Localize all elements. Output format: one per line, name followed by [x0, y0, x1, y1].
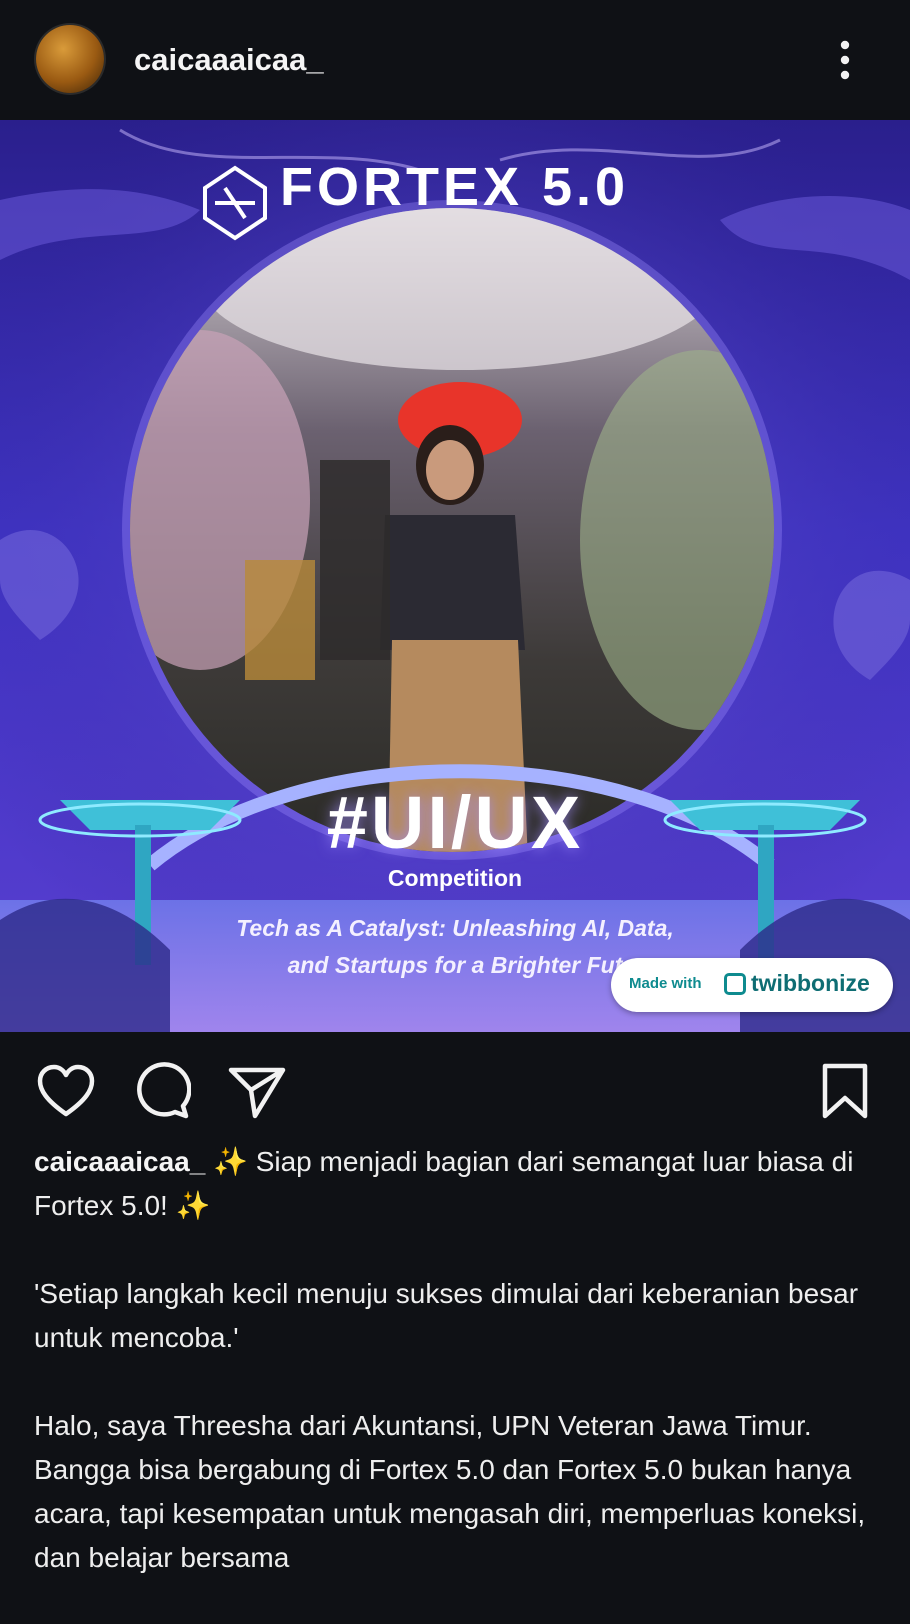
caption-paragraph-3: Halo, saya Threesha dari Akuntansi, UPN … — [34, 1410, 866, 1573]
poster-hashtag: #UI/UX — [326, 781, 584, 864]
bookmark-icon[interactable] — [815, 1062, 875, 1122]
more-options-icon[interactable] — [840, 40, 850, 80]
badge-brand: twibbonize — [751, 970, 870, 996]
post-image[interactable]: FORTEX 5.0 #UI/UX Competition Tech as A … — [0, 120, 910, 1032]
twibbonize-badge[interactable]: Made with twibbonize — [611, 958, 893, 1012]
twibbonize-logo-icon — [724, 973, 746, 995]
comment-icon[interactable] — [131, 1062, 191, 1122]
post-action-bar — [0, 1040, 910, 1140]
avatar[interactable] — [36, 25, 104, 93]
send-icon[interactable] — [227, 1062, 287, 1122]
caption-paragraph-2: 'Setiap langkah kecil menuju sukses dimu… — [34, 1278, 859, 1353]
heart-icon[interactable] — [36, 1062, 96, 1122]
caption-username[interactable]: caicaaaicaa_ — [34, 1146, 205, 1177]
poster-subtitle: Competition — [387, 865, 523, 891]
post-username[interactable]: caicaaaicaa_ — [134, 42, 324, 78]
badge-made-with: Made with — [629, 975, 702, 992]
poster-tagline-line1: Tech as A Catalyst: Unleashing AI, Data, — [236, 915, 674, 941]
poster-title: FORTEX 5.0 — [280, 157, 629, 217]
post-caption: caicaaaicaa_ ✨ Siap menjadi bagian dari … — [34, 1140, 880, 1624]
post-header: caicaaaicaa_ — [0, 0, 910, 120]
poster-artwork: FORTEX 5.0 — [0, 120, 910, 1032]
caption-paragraph-1: caicaaaicaa_ ✨ Siap menjadi bagian dari … — [34, 1140, 880, 1228]
